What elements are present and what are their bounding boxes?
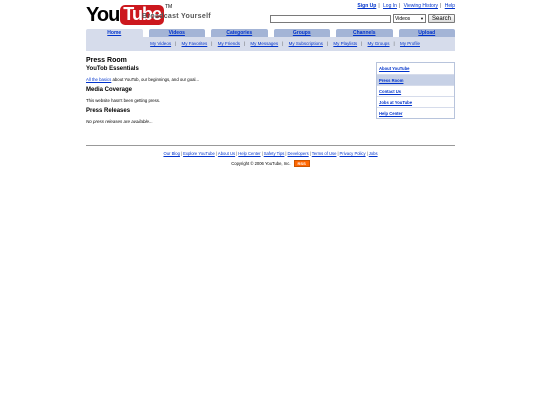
footer-link-privacy[interactable]: Privacy Policy <box>340 151 366 156</box>
search-category-value: Videos <box>394 15 411 22</box>
search-bar: Videos ▼ Search <box>269 14 455 23</box>
footer-link-explore[interactable]: Explore YouTube <box>183 151 215 156</box>
rss-icon[interactable]: RSS <box>293 160 310 167</box>
sidebar-item-jobs[interactable]: Jobs at YouTube <box>377 96 454 107</box>
subnav-my-groups[interactable]: My Groups <box>368 41 390 46</box>
search-category-select[interactable]: Videos ▼ <box>392 14 426 23</box>
tab-home[interactable]: Home <box>86 29 143 37</box>
sidebar-item-about[interactable]: About YouTube <box>377 63 454 74</box>
search-button[interactable]: Search <box>427 14 455 23</box>
footer-link-terms[interactable]: Terms of Use <box>312 151 337 156</box>
page-title: Press Room <box>86 57 127 64</box>
basics-paragraph: All the basics about YouTob, our beginni… <box>86 77 366 82</box>
viewing-history-link[interactable]: Viewing History <box>404 3 438 9</box>
media-heading: Media Coverage <box>86 87 133 93</box>
help-link[interactable]: Help <box>445 3 455 9</box>
releases-heading: Press Releases <box>86 108 131 114</box>
basics-link[interactable]: All the basics <box>86 77 111 82</box>
footer-link-help[interactable]: Help Center <box>238 151 260 156</box>
main-nav: Home Videos Categories Groups Channels U… <box>86 29 455 51</box>
media-text: This website hasn't been getting press. <box>86 98 161 103</box>
subnav-my-profile[interactable]: My Profile <box>400 41 420 46</box>
basics-text: about YouTob, our beginnings, and our go… <box>111 77 200 82</box>
subnav-my-favorites[interactable]: My Favorites <box>182 41 208 46</box>
footer-divider <box>86 145 455 146</box>
sidebar: About YouTube Press Room Contact Us Jobs… <box>376 62 455 119</box>
footer-link-about[interactable]: About Us <box>218 151 235 156</box>
tab-videos[interactable]: Videos <box>148 29 205 37</box>
log-in-link[interactable]: Log In <box>383 3 397 9</box>
nav-tabs: Home Videos Categories Groups Channels U… <box>86 29 455 37</box>
logo-tm-text: TM <box>164 4 173 10</box>
footer-link-jobs[interactable]: Jobs <box>369 151 378 156</box>
search-input[interactable] <box>269 14 391 23</box>
sidebar-item-contact[interactable]: Contact Us <box>377 85 454 96</box>
sign-up-link[interactable]: Sign Up <box>357 3 376 9</box>
subnav-my-subscriptions[interactable]: My Subscriptions <box>289 41 323 46</box>
tab-channels[interactable]: Channels <box>336 29 393 37</box>
subnav-my-videos[interactable]: My Videos <box>150 41 171 46</box>
sidebar-item-press-room[interactable]: Press Room <box>377 74 454 85</box>
footer-link-blog[interactable]: Our Blog <box>163 151 180 156</box>
sub-nav: My Videos | My Favorites | My Friends | My … <box>150 41 420 46</box>
sidebar-item-help-center[interactable]: Help Center <box>377 107 454 118</box>
footer-link-developers[interactable]: Developers <box>288 151 309 156</box>
subnav-my-friends[interactable]: My Friends <box>218 41 240 46</box>
footer-link-safety[interactable]: Safety Tips <box>264 151 285 156</box>
subnav-my-messages[interactable]: My Messages <box>250 41 278 46</box>
logo-you-text: You <box>86 4 120 26</box>
copyright: Copyright © 2006 YouTube, Inc. RSS <box>86 160 455 167</box>
main-content: Press Room YouTob Essentials All the bas… <box>86 57 366 124</box>
chevron-down-icon: ▼ <box>420 16 424 21</box>
essentials-heading: YouTob Essentials <box>86 66 139 72</box>
top-links: Sign Up | Log In | Viewing History | Help <box>357 3 455 9</box>
copyright-text: Copyright © 2006 YouTube, Inc. <box>231 161 291 166</box>
subnav-my-playlists[interactable]: My Playlists <box>333 41 357 46</box>
tab-categories[interactable]: Categories <box>211 29 268 37</box>
tab-upload[interactable]: Upload <box>398 29 455 37</box>
footer-links: Our Blog|Explore YouTube|About Us|Help C… <box>163 151 378 156</box>
tagline: Broadcast Yourself <box>142 13 211 20</box>
tab-groups[interactable]: Groups <box>273 29 330 37</box>
releases-text: No press releases are available... <box>86 119 153 124</box>
